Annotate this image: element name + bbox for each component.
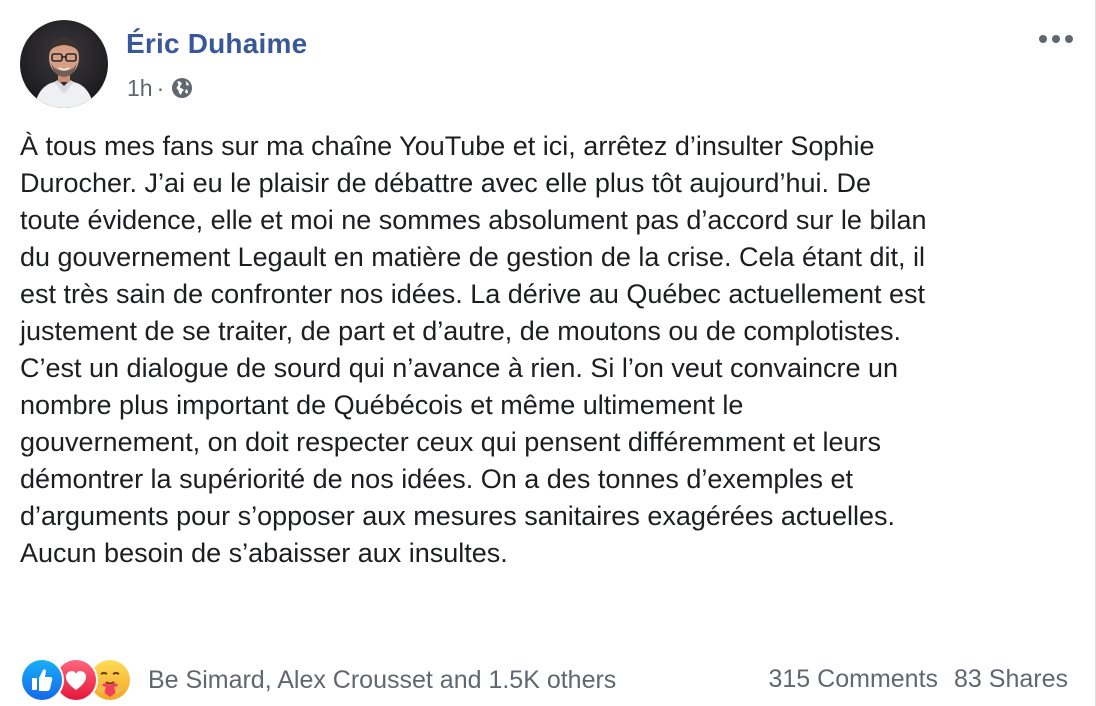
ellipsis-icon[interactable] bbox=[1036, 24, 1076, 54]
globe-icon[interactable] bbox=[170, 76, 194, 100]
meta-separator: · bbox=[156, 74, 165, 101]
reactions-summary[interactable]: Be Simard, Alex Crousset and 1.5K others bbox=[20, 656, 616, 702]
comments-count[interactable]: 315 Comments bbox=[769, 665, 939, 694]
post-timestamp[interactable]: 1h bbox=[127, 75, 153, 102]
post-stats: 315 Comments 83 Shares bbox=[769, 665, 1069, 694]
shares-count[interactable]: 83 Shares bbox=[954, 665, 1068, 694]
post-footer: Be Simard, Alex Crousset and 1.5K others… bbox=[20, 652, 1068, 704]
reaction-icons bbox=[20, 656, 138, 702]
facebook-post: Éric Duhaime 1h · À tous mes fans sur ma… bbox=[0, 0, 1096, 706]
post-text: À tous mes fans sur ma chaîne YouTube et… bbox=[20, 131, 927, 568]
like-icon bbox=[20, 658, 64, 702]
post-header: Éric Duhaime 1h · bbox=[20, 20, 1076, 110]
post-meta: 1h · bbox=[127, 74, 194, 102]
author-name[interactable]: Éric Duhaime bbox=[126, 28, 307, 60]
avatar[interactable] bbox=[20, 20, 108, 108]
reactions-text[interactable]: Be Simard, Alex Crousset and 1.5K others bbox=[148, 666, 616, 695]
